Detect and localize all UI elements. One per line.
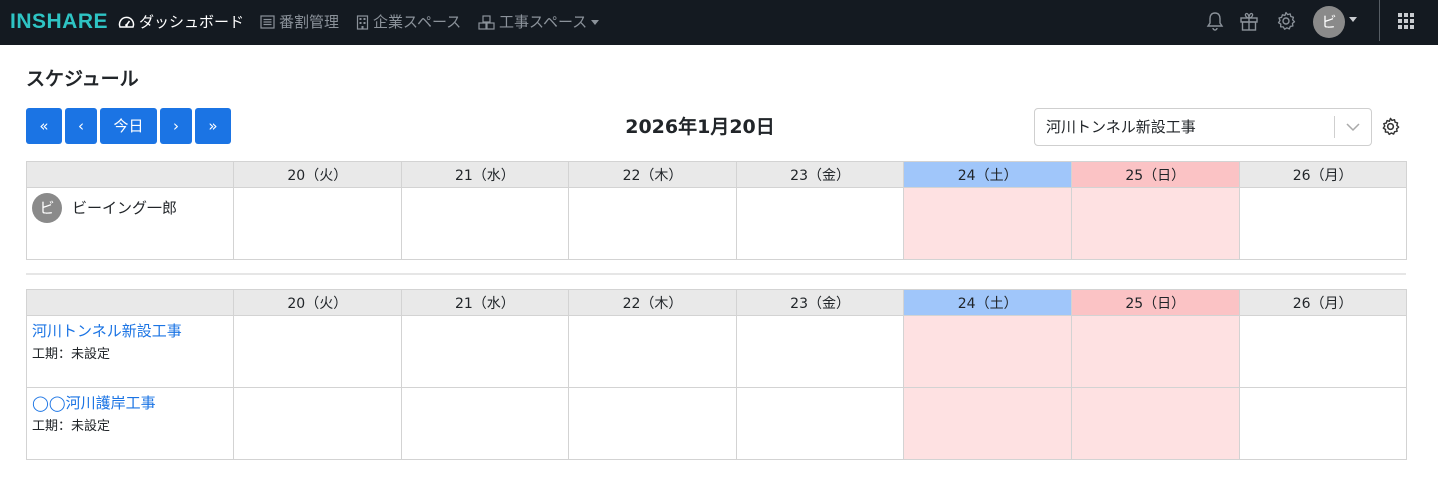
schedule-cell[interactable] [233,187,402,260]
section-divider [26,273,1406,275]
prev-button[interactable]: ‹ [65,108,97,144]
day-header: 21（水） [400,289,570,316]
next-button[interactable]: › [160,108,192,144]
chevron-down-icon[interactable] [1345,120,1361,134]
day-header: 22（木） [568,289,737,316]
dashboard-gauge-icon [118,16,135,28]
list-icon [260,15,275,29]
project-row: ◯◯河川護岸工事 工期：未設定 [26,387,1407,460]
member-row: ビ ビーイング一郎 [26,187,1407,260]
day-header-row: 20（火） 21（水） 22（木） 23（金） 24（土） 25（日） 26（月… [26,289,1407,316]
current-date-title: 2026年1月20日 [625,116,775,138]
schedule-cell[interactable] [1238,187,1407,260]
boxes-icon [478,14,495,30]
header-corner [26,161,234,188]
select-separator [1334,116,1335,138]
schedule-cell-saturday[interactable] [903,315,1072,388]
project-period: 工期：未設定 [32,419,111,434]
last-page-button[interactable]: » [195,108,231,144]
nav-shift-management-label: 番割管理 [279,13,340,31]
schedule-cell[interactable] [735,387,905,460]
nav-dashboard-label: ダッシュボード [139,13,245,31]
schedule-cell[interactable] [400,187,570,260]
settings-gear-icon[interactable] [1275,10,1297,32]
nav-construction-space-label: 工事スペース [499,13,588,31]
nav-company-space-label: 企業スペース [373,13,462,31]
schedule-cell-sunday[interactable] [1070,387,1240,460]
member-cell: ビ ビーイング一郎 [26,187,234,260]
schedule-cell-sunday[interactable] [1070,187,1240,260]
project-cell: ◯◯河川護岸工事 工期：未設定 [26,387,234,460]
schedule-cell[interactable] [568,187,737,260]
day-header: 22（木） [568,161,737,188]
app-grid-icon[interactable] [1398,13,1414,29]
schedule-cell-saturday[interactable] [903,387,1072,460]
day-header-saturday: 24（土） [903,289,1072,316]
day-header: 23（金） [735,289,905,316]
project-name-link[interactable]: 河川トンネル新設工事 [32,321,233,341]
user-menu-chevron-icon[interactable] [1349,17,1357,22]
member-avatar: ビ [32,193,62,223]
nav-company-space[interactable]: 企業スペース [356,11,461,33]
schedule-cell[interactable] [735,187,905,260]
day-header-sunday: 25（日） [1070,161,1240,188]
day-header: 23（金） [735,161,905,188]
day-header: 26（月） [1238,161,1407,188]
day-header-row: 20（火） 21（水） 22（木） 23（金） 24（土） 25（日） 26（月… [26,161,1407,188]
project-name-link[interactable]: ◯◯河川護岸工事 [32,393,233,413]
day-header-sunday: 25（日） [1070,289,1240,316]
navbar-divider [1379,0,1380,41]
schedule-cell[interactable] [400,315,570,388]
project-select-value: 河川トンネル新設工事 [1046,118,1196,136]
page-title: スケジュール [26,68,139,90]
schedule-cell[interactable] [400,387,570,460]
project-select[interactable]: 河川トンネル新設工事 [1034,108,1372,146]
schedule-settings-gear-icon[interactable] [1380,116,1401,137]
top-navbar: INSHARE ダッシュボード 番割管理 企業スペース 工事スペース ビ [0,0,1438,45]
building-icon [356,14,369,30]
schedule-cell[interactable] [233,315,402,388]
first-page-button[interactable]: « [26,108,62,144]
schedule-cell[interactable] [233,387,402,460]
gift-icon[interactable] [1238,10,1260,32]
member-schedule-table: 20（火） 21（水） 22（木） 23（金） 24（土） 25（日） 26（月… [26,161,1407,260]
project-period: 工期：未設定 [32,347,111,362]
project-row: 河川トンネル新設工事 工期：未設定 [26,315,1407,388]
today-button[interactable]: 今日 [100,108,157,144]
project-cell: 河川トンネル新設工事 工期：未設定 [26,315,234,388]
chevron-down-icon [591,20,600,25]
day-header: 20（火） [233,289,402,316]
schedule-cell[interactable] [568,315,737,388]
nav-construction-space[interactable]: 工事スペース [478,11,600,33]
day-header: 20（火） [233,161,402,188]
day-header-saturday: 24（土） [903,161,1072,188]
day-header: 21（水） [400,161,570,188]
schedule-cell-sunday[interactable] [1070,315,1240,388]
schedule-cell[interactable] [568,387,737,460]
bell-icon[interactable] [1204,10,1226,32]
member-name: ビーイング一郎 [72,199,178,217]
schedule-cell[interactable] [1238,387,1407,460]
nav-shift-management[interactable]: 番割管理 [260,11,339,33]
user-avatar[interactable]: ビ [1313,6,1345,38]
project-schedule-table: 20（火） 21（水） 22（木） 23（金） 24（土） 25（日） 26（月… [26,289,1407,460]
day-header: 26（月） [1238,289,1407,316]
schedule-cell-saturday[interactable] [903,187,1072,260]
app-logo[interactable]: INSHARE [10,10,108,34]
schedule-cell[interactable] [735,315,905,388]
schedule-cell[interactable] [1238,315,1407,388]
nav-dashboard[interactable]: ダッシュボード [118,11,244,33]
header-corner [26,289,234,316]
